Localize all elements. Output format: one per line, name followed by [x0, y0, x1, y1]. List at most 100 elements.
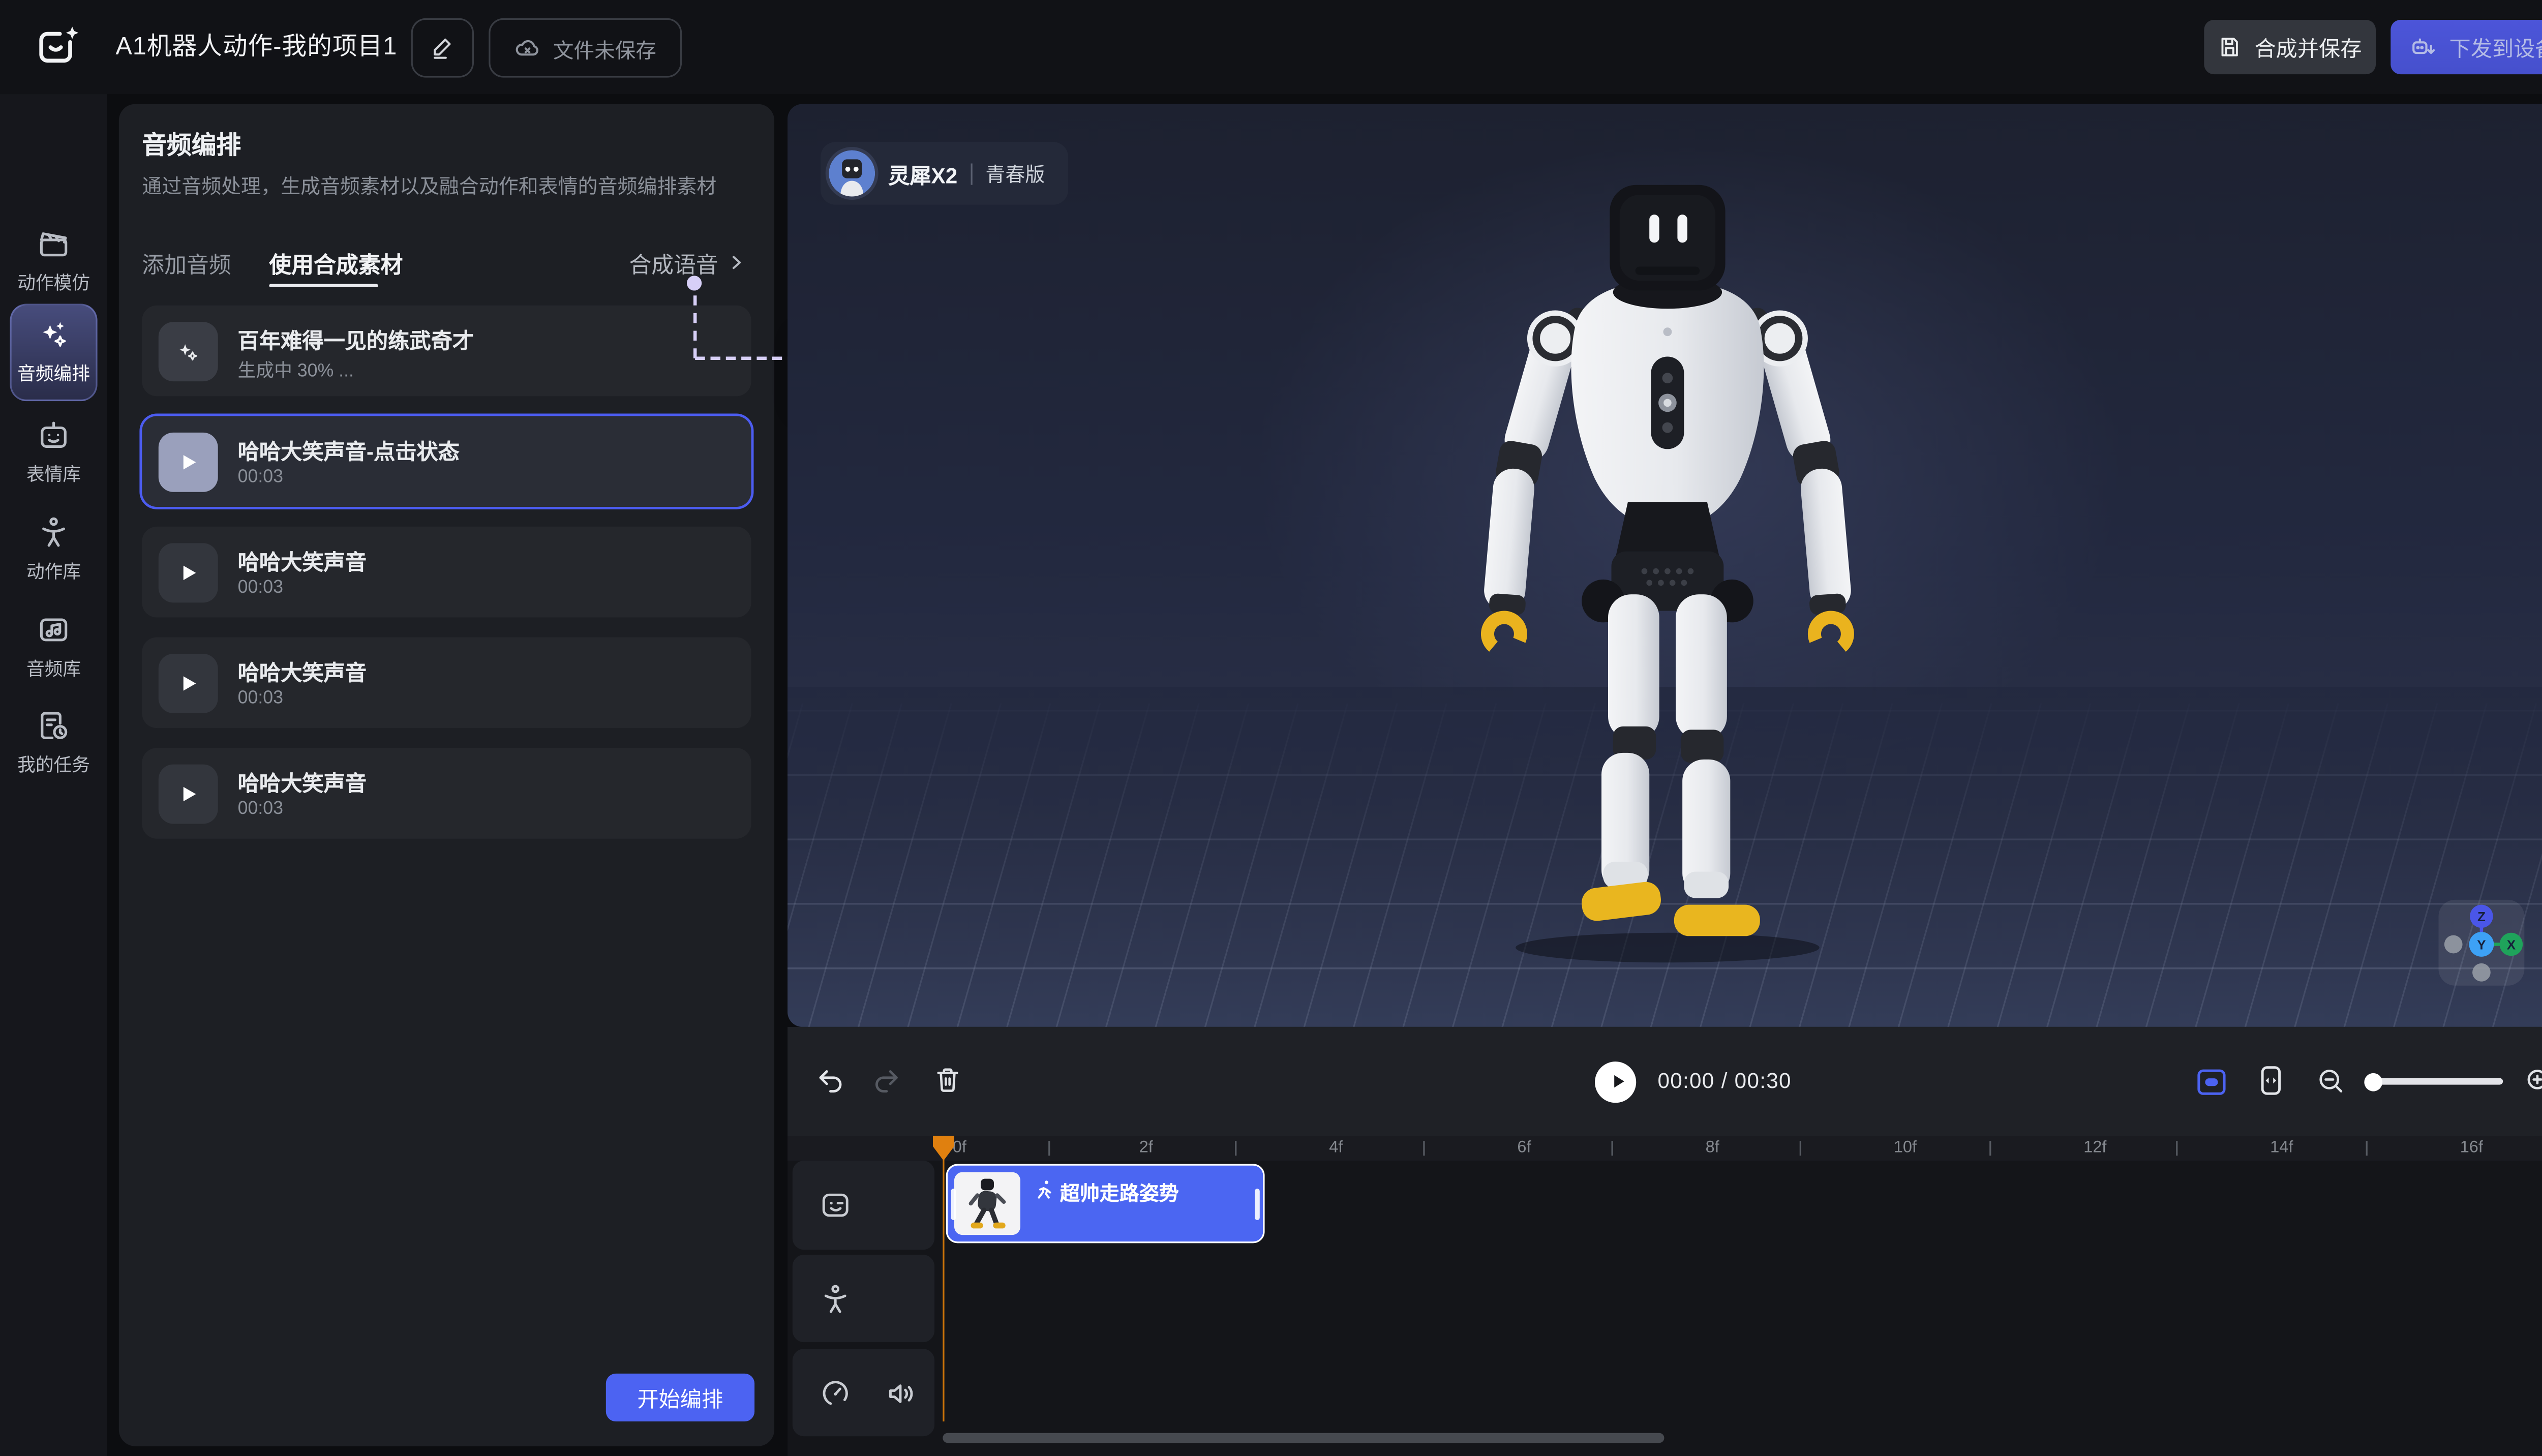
play-button[interactable]: [159, 653, 218, 712]
time-display: 00:00 / 00:30: [1657, 1027, 1791, 1136]
audio-item-title: 哈哈大笑声音: [238, 655, 367, 687]
file-status-button[interactable]: 文件未保存: [489, 18, 681, 78]
rail-item-expression-library[interactable]: 表情库: [7, 418, 101, 487]
track-header-audio[interactable]: [793, 1349, 934, 1436]
ruler-label: 8f: [1706, 1138, 1719, 1157]
app-root: A1机器人动作-我的项目1 文件未保存 合成并: [0, 0, 2542, 1456]
deploy-to-device-button[interactable]: 下发到设备: [2390, 20, 2542, 74]
play-button[interactable]: [159, 542, 218, 602]
delete-icon[interactable]: [933, 1065, 962, 1095]
rename-project-button[interactable]: [411, 18, 474, 78]
save-icon: [2218, 35, 2243, 59]
rail-item-motion-library[interactable]: 动作库: [7, 515, 101, 584]
synthesize-voice-label: 合成语音: [629, 246, 718, 279]
ruler-tick: [1423, 1141, 1425, 1156]
save-button-label: 合成并保存: [2254, 32, 2362, 63]
model-name: 灵犀X2: [888, 158, 957, 189]
audio-item-generating[interactable]: 百年难得一见的练武奇才 生成中 30% ...: [142, 306, 751, 397]
rail-item-audio-arrange[interactable]: 音频编排: [10, 304, 97, 402]
guide-connector-dot: [687, 276, 702, 290]
robot-download-icon: [2410, 33, 2438, 61]
horizontal-scrollbar[interactable]: [943, 1433, 1664, 1443]
timeline-zoom-slider[interactable]: [2368, 1078, 2503, 1085]
rail-item-label: 音频编排: [17, 360, 90, 386]
speaker-icon[interactable]: [885, 1376, 918, 1409]
ruler-tick: [1989, 1141, 1991, 1156]
play-button[interactable]: [1595, 1060, 1636, 1102]
gizmo-axis-x[interactable]: X: [2500, 933, 2523, 956]
rail-item-my-tasks[interactable]: 我的任务: [7, 708, 101, 777]
clip-thumbnail: [954, 1171, 1020, 1234]
rail-item-label: 表情库: [26, 461, 81, 487]
ruler-tick: [1235, 1141, 1236, 1156]
guide-connector-vline: [692, 295, 695, 358]
pencil-icon: [429, 35, 456, 61]
slider-thumb[interactable]: [2364, 1072, 2382, 1090]
motion-clip[interactable]: 超帅走路姿势: [946, 1164, 1265, 1243]
redo-icon[interactable]: [872, 1067, 901, 1096]
gizmo-axis-negx[interactable]: [2444, 935, 2463, 954]
audio-item[interactable]: 哈哈大笑声音 00:03: [142, 748, 751, 839]
ruler-label: 0f: [953, 1138, 966, 1157]
orientation-gizmo[interactable]: Z X Y: [2438, 900, 2524, 986]
audio-item[interactable]: 哈哈大笑声音 00:03: [142, 638, 751, 729]
gizmo-axis-z[interactable]: Z: [2470, 905, 2493, 928]
ruler-tick: [2366, 1141, 2368, 1156]
start-arrange-label: 开始编排: [637, 1382, 723, 1413]
range-mode-icon[interactable]: [2257, 1065, 2285, 1097]
timeline: 0f 2f 4f 6f 8f 10f 12f 14f 16f: [788, 1136, 2542, 1456]
viewport-3d[interactable]: 灵犀X2 青春版 Z X Y: [788, 104, 2542, 1027]
clip-right-handle[interactable]: [1255, 1189, 1260, 1220]
badge-divider: [971, 163, 972, 184]
ruler-label: 4f: [1329, 1138, 1343, 1157]
running-person-icon: [1034, 1179, 1055, 1200]
undo-icon[interactable]: [815, 1067, 845, 1096]
zoom-in-icon[interactable]: [2524, 1067, 2542, 1096]
ruler-tick: [1048, 1141, 1050, 1156]
active-tab-underline: [269, 284, 378, 287]
gizmo-axis-y[interactable]: Y: [2469, 932, 2494, 957]
panel-title: 音频编排: [142, 127, 241, 162]
ruler-label: 12f: [2083, 1138, 2106, 1157]
audio-item[interactable]: 哈哈大笑声音 00:03: [142, 527, 751, 618]
gizmo-axis-negz[interactable]: [2472, 963, 2491, 982]
clip-left-handle[interactable]: [951, 1189, 956, 1220]
play-button[interactable]: [159, 432, 218, 491]
wink-face-icon: [819, 1189, 852, 1222]
play-button[interactable]: [159, 764, 218, 823]
app-logo-icon[interactable]: [33, 21, 82, 71]
timeline-ruler[interactable]: 0f 2f 4f 6f 8f 10f 12f 14f 16f: [788, 1136, 2542, 1161]
rail-item-label: 动作库: [26, 558, 81, 585]
ruler-tick: [1800, 1141, 1801, 1156]
synthesize-save-button[interactable]: 合成并保存: [2204, 20, 2376, 74]
audio-item-progress: 生成中 30% ...: [238, 356, 354, 383]
rail-item-motion-mimic[interactable]: 动作模仿: [7, 226, 101, 295]
audio-arrange-panel: 音频编排 通过音频处理，生成音频素材以及融合动作和表情的音频编排素材 添加音频 …: [119, 104, 774, 1446]
rail-item-audio-library[interactable]: 音频库: [7, 613, 101, 682]
synthesize-voice-link[interactable]: 合成语音: [629, 246, 744, 279]
tab-add-audio[interactable]: 添加音频: [142, 246, 231, 279]
audio-item-duration: 00:03: [238, 688, 283, 708]
tab-use-synth-material[interactable]: 使用合成素材: [269, 246, 403, 279]
start-arrange-button[interactable]: 开始编排: [606, 1374, 754, 1421]
sparkles-icon: [36, 317, 71, 352]
ruler-label: 14f: [2270, 1138, 2293, 1157]
robot-model: [1420, 178, 1915, 971]
deploy-button-label: 下发到设备: [2449, 32, 2542, 63]
ruler-label: 16f: [2460, 1138, 2483, 1157]
person-icon: [36, 515, 71, 550]
fit-view-icon[interactable]: [2196, 1068, 2227, 1096]
rail-item-label: 动作模仿: [17, 269, 90, 295]
track-header-motion[interactable]: [793, 1255, 934, 1342]
svg-text:Z: Z: [2477, 909, 2486, 924]
ruler-tick: [2176, 1141, 2177, 1156]
robot-face-icon: [36, 418, 71, 452]
music-library-icon: [36, 613, 71, 647]
project-title: A1机器人动作-我的项目1: [115, 0, 397, 94]
rail-item-label: 音频库: [26, 655, 81, 682]
top-bar: A1机器人动作-我的项目1 文件未保存 合成并: [0, 0, 2542, 94]
zoom-out-icon[interactable]: [2316, 1067, 2346, 1096]
guide-connector-hline: [695, 356, 797, 359]
track-header-expression[interactable]: [793, 1161, 934, 1250]
audio-item-selected[interactable]: 哈哈大笑声音-点击状态 00:03: [142, 416, 751, 507]
